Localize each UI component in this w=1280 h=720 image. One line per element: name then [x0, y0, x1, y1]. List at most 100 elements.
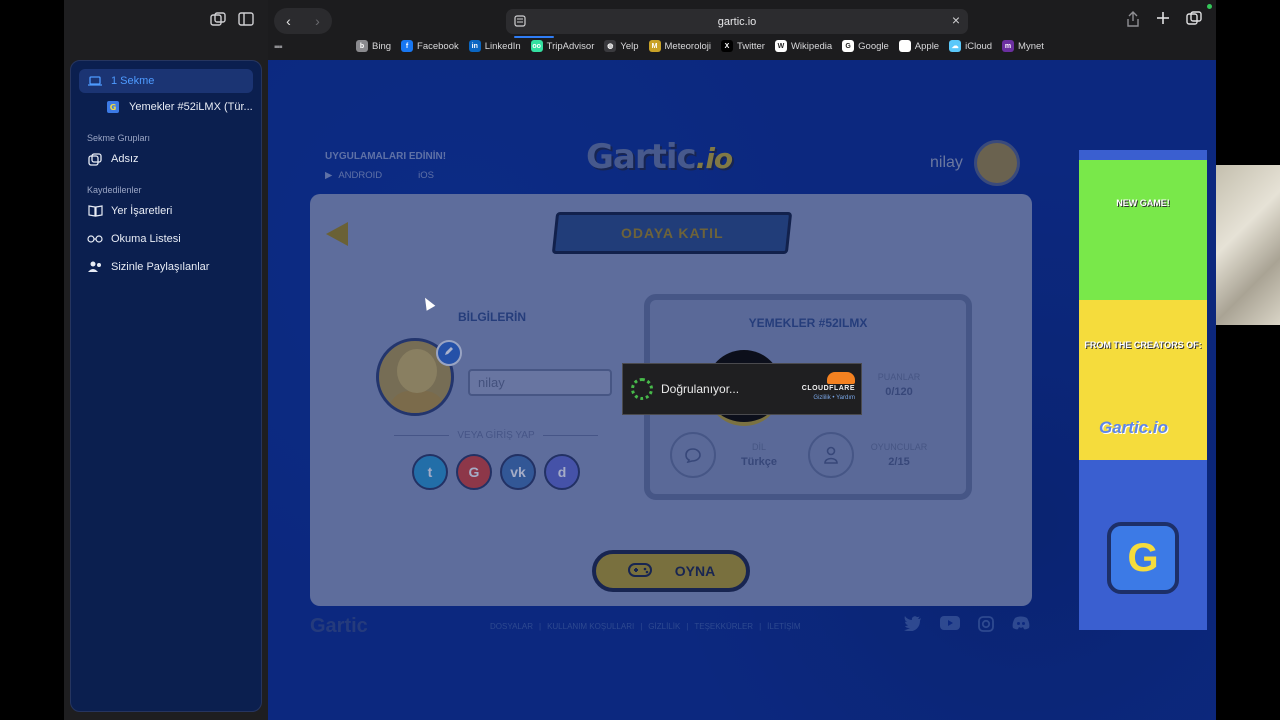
favorite-tripadvisor[interactable]: oo TripAdvisor [530, 40, 594, 52]
advertisement-banner[interactable]: NEW GAME! FROM THE CREATORS OF: Gartic.i… [1079, 150, 1207, 630]
cloudflare-cloud-icon [827, 372, 855, 384]
back-arrow-icon[interactable] [326, 222, 348, 246]
sidebar-tab-group[interactable]: 1 Sekme [79, 69, 253, 93]
top-avatar[interactable] [974, 140, 1020, 186]
page-menu-icon[interactable] [514, 15, 526, 30]
ad-logo: Gartic.io [1099, 418, 1168, 437]
favorite-mynet[interactable]: m Mynet [1002, 40, 1044, 52]
gamepad-icon [627, 561, 653, 582]
favorite-wikipedia[interactable]: W Wikipedia [774, 40, 832, 52]
ad-app-icon: G [1107, 522, 1179, 594]
twitter-login-button[interactable]: t [412, 454, 448, 490]
privacy-link[interactable]: Gizlilik [813, 395, 830, 401]
cloudflare-verification[interactable]: Doğrulanıyor... CLOUDFLARE Gizlilik • Ya… [622, 363, 862, 415]
nickname-input[interactable]: nilay [468, 369, 612, 396]
instagram-icon[interactable] [978, 616, 994, 637]
favorite-label: Google [858, 40, 889, 52]
edit-avatar-button[interactable] [436, 340, 462, 366]
top-username: nilay [930, 154, 963, 171]
back-icon[interactable]: ‹ [286, 13, 291, 29]
sidebar-section-groups: Sekme Grupları [87, 133, 151, 143]
close-tab-icon[interactable]: × [952, 12, 960, 28]
ribbon-banner: ODAYA KATIL [551, 212, 793, 254]
app-promo: UYGULAMALARI EDİNİN! ▶ ANDROID iOS [325, 151, 446, 181]
footer-link[interactable]: KULLANIM KOŞULLARI [547, 622, 634, 631]
footer-separator: | [686, 622, 689, 631]
play-button[interactable]: OYNA [592, 550, 750, 592]
favorite-linkedin[interactable]: in LinkedIn [468, 40, 521, 52]
social-login-buttons: t G vk d [412, 454, 580, 490]
players-value: 2/15 [888, 456, 910, 468]
play-label: OYNA [674, 563, 716, 579]
forward-icon[interactable]: › [315, 13, 320, 29]
tab-overview-icon[interactable] [210, 12, 226, 31]
svg-text:G: G [110, 103, 117, 112]
promo-title: UYGULAMALARI EDİNİN! [325, 151, 447, 162]
points-stat: PUANLAR 0/120 [864, 372, 934, 398]
footer-link[interactable]: DOSYALAR [490, 622, 533, 631]
language-stat: DİL Türkçe [724, 442, 794, 468]
bing-icon: b [356, 40, 368, 52]
google-icon: G [468, 464, 480, 480]
tab-overview-right-icon[interactable] [1186, 11, 1202, 32]
favorite-label: iCloud [965, 40, 993, 52]
or-login-label: VEYA GİRİŞ YAP [457, 430, 535, 441]
sidebar-item-reading-list[interactable]: Okuma Listesi [79, 227, 253, 251]
pencil-icon [443, 344, 455, 362]
sidebar-toggle-icon[interactable] [238, 12, 254, 31]
footer-logo[interactable]: Gartic [310, 615, 368, 638]
footer-links: DOSYALAR | KULLANIM KOŞULLARI | GİZLİLİK | TEŞ… [490, 622, 800, 631]
footer-link[interactable]: İLETİŞİM [767, 622, 800, 631]
sidebar-item-shared[interactable]: Sizinle Paylaşılanlar [79, 255, 253, 279]
sidebar-tab-label: Yemekler #52iLMX (Tür... [129, 101, 253, 113]
footer-link[interactable]: GİZLİLİK [648, 622, 680, 631]
twitter-footer-icon[interactable] [904, 616, 922, 637]
ios-link[interactable]: iOS [412, 170, 434, 181]
ad-line1: NEW GAME! [1116, 198, 1170, 208]
sidebar-item-group[interactable]: Adsız [79, 147, 253, 171]
toolbar-right [1126, 11, 1202, 32]
ios-label: iOS [418, 170, 434, 181]
favorite-icloud[interactable]: ☁ iCloud [949, 40, 992, 52]
google-login-button[interactable]: G [456, 454, 492, 490]
footer-link[interactable]: TEŞEKKÜRLER [694, 622, 753, 631]
room-title: YEMEKLER #52ILMX [748, 316, 868, 330]
points-label: PUANLAR [877, 372, 921, 382]
address-bar[interactable]: gartic.io × [506, 9, 968, 38]
discord-login-button[interactable]: d [544, 454, 580, 490]
android-link[interactable]: ▶ ANDROID [325, 170, 382, 181]
players-stat: OYUNCULAR 2/15 [862, 442, 936, 468]
help-link[interactable]: Yardım [836, 395, 855, 401]
favorites-list: b Bing f Facebook in LinkedIn oo TripAdvisor ◍ Ye… [356, 40, 1044, 52]
footer-separator: | [538, 622, 542, 631]
nav-buttons: ‹ › [274, 8, 332, 34]
facebook-icon: f [401, 40, 414, 52]
divider-line-right [542, 435, 599, 436]
favorite-facebook[interactable]: f Facebook [401, 40, 459, 52]
favorite-label: Twitter [736, 40, 765, 52]
sidebar-item-shared-label: Sizinle Paylaşılanlar [111, 261, 210, 273]
favorite-yelp[interactable]: ◍ Yelp [604, 40, 639, 52]
discord-footer-icon[interactable] [1012, 616, 1030, 637]
favorite-meteoroloji[interactable]: M Meteoroloji [648, 40, 711, 52]
new-tab-icon[interactable] [1156, 11, 1170, 32]
favorite-label: Mynet [1018, 40, 1044, 52]
language-value: Türkçe [740, 456, 778, 468]
grid-icon[interactable]: ▪▪▪ [274, 42, 283, 53]
gartic-logo[interactable]: Gartic.io [586, 137, 733, 177]
sidebar-section-saved: Kaydedilenler [87, 185, 142, 195]
share-icon[interactable] [1126, 11, 1140, 32]
favorite-apple[interactable]: Apple [898, 40, 939, 52]
vk-login-button[interactable]: vk [500, 454, 536, 490]
favorite-google[interactable]: G Google [842, 40, 889, 52]
favorite-label: Bing [372, 40, 392, 52]
youtube-icon[interactable] [940, 616, 960, 637]
sidebar-tab-item[interactable]: G Yemekler #52iLMX (Tür... [79, 95, 253, 119]
favorite-bing[interactable]: b Bing [356, 40, 391, 52]
gartic-favicon-icon: G [105, 100, 121, 114]
glasses-icon [87, 232, 103, 246]
favorite-twitter[interactable]: X Twitter [720, 40, 765, 52]
avatar-body [389, 391, 445, 413]
cloudflare-name: CLOUDFLARE [801, 385, 855, 392]
sidebar-item-bookmarks[interactable]: Yer İşaretleri [79, 199, 253, 223]
